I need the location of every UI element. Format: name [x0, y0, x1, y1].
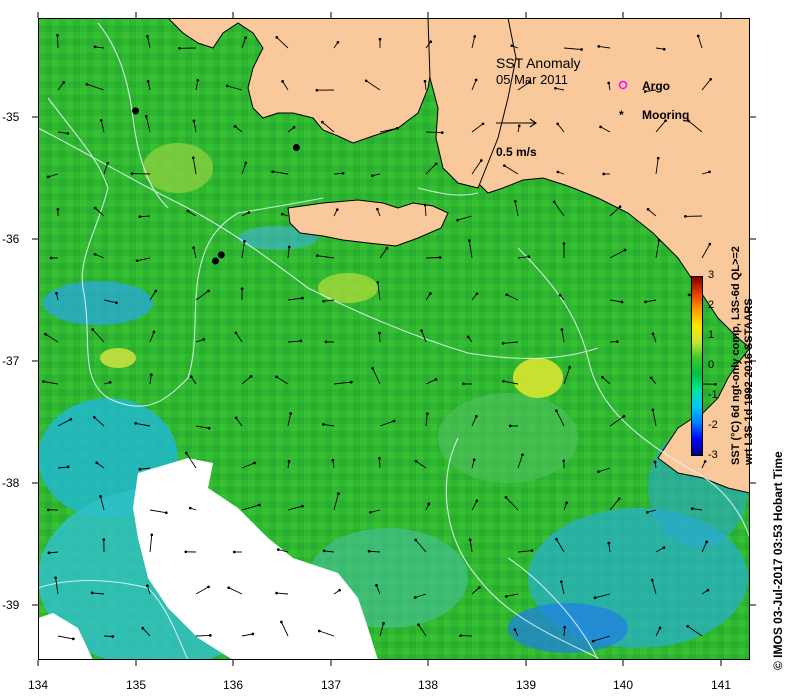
colorbar-tick: 0	[708, 359, 715, 371]
x-tick-label: 135	[125, 678, 147, 692]
mooring-legend-label: Mooring	[642, 108, 690, 122]
colorbar-title: SST (°C) 6d ngt-only comp, L3S-6d QL>=2 …	[730, 246, 756, 465]
colorbar-tick: 3	[708, 269, 715, 281]
map-title: SST Anomaly	[496, 55, 581, 71]
map-date: 05 Mar 2011	[496, 72, 569, 87]
x-tick-label: 139	[515, 678, 537, 692]
mooring-marker	[132, 107, 139, 115]
x-tick-label: 138	[417, 678, 439, 692]
colorbar-tick: 2	[708, 299, 715, 311]
mooring-marker	[217, 251, 225, 259]
mooring-marker	[211, 257, 219, 265]
vector-scale-label: 0.5 m/s	[496, 145, 537, 159]
y-tick-label: -39	[2, 598, 20, 612]
colorbar-title-line1: SST (°C) 6d ngt-only comp, L3S-6d QL>=2	[730, 246, 742, 465]
mooring-marker	[292, 144, 300, 151]
argo-legend-label: Argo	[642, 79, 670, 93]
y-tick-label: -35	[2, 110, 20, 124]
y-tick-label: -37	[2, 354, 20, 368]
colorbar-tick: -1	[708, 389, 718, 401]
colorbar	[691, 276, 703, 456]
colorbar-tick: 1	[708, 329, 715, 341]
colorbar-tick: -2	[708, 419, 718, 431]
colorbar-title-line2: wrt L3S-1d 1992-2016 SSTAARS	[743, 298, 755, 465]
x-tick-label: 140	[612, 678, 634, 692]
x-tick-label: 136	[222, 678, 244, 692]
x-tick-label: 141	[710, 678, 732, 692]
imos-credit: © IMOS 03-Jul-2017 03:53 Hobart Time	[771, 451, 785, 670]
mooring-legend-symbol: *	[619, 108, 624, 122]
y-tick-label: -36	[2, 232, 20, 246]
x-tick-label: 134	[27, 678, 49, 692]
x-tick-label: 137	[320, 678, 342, 692]
y-tick-label: -38	[2, 476, 20, 490]
colorbar-tick: -3	[708, 449, 718, 461]
